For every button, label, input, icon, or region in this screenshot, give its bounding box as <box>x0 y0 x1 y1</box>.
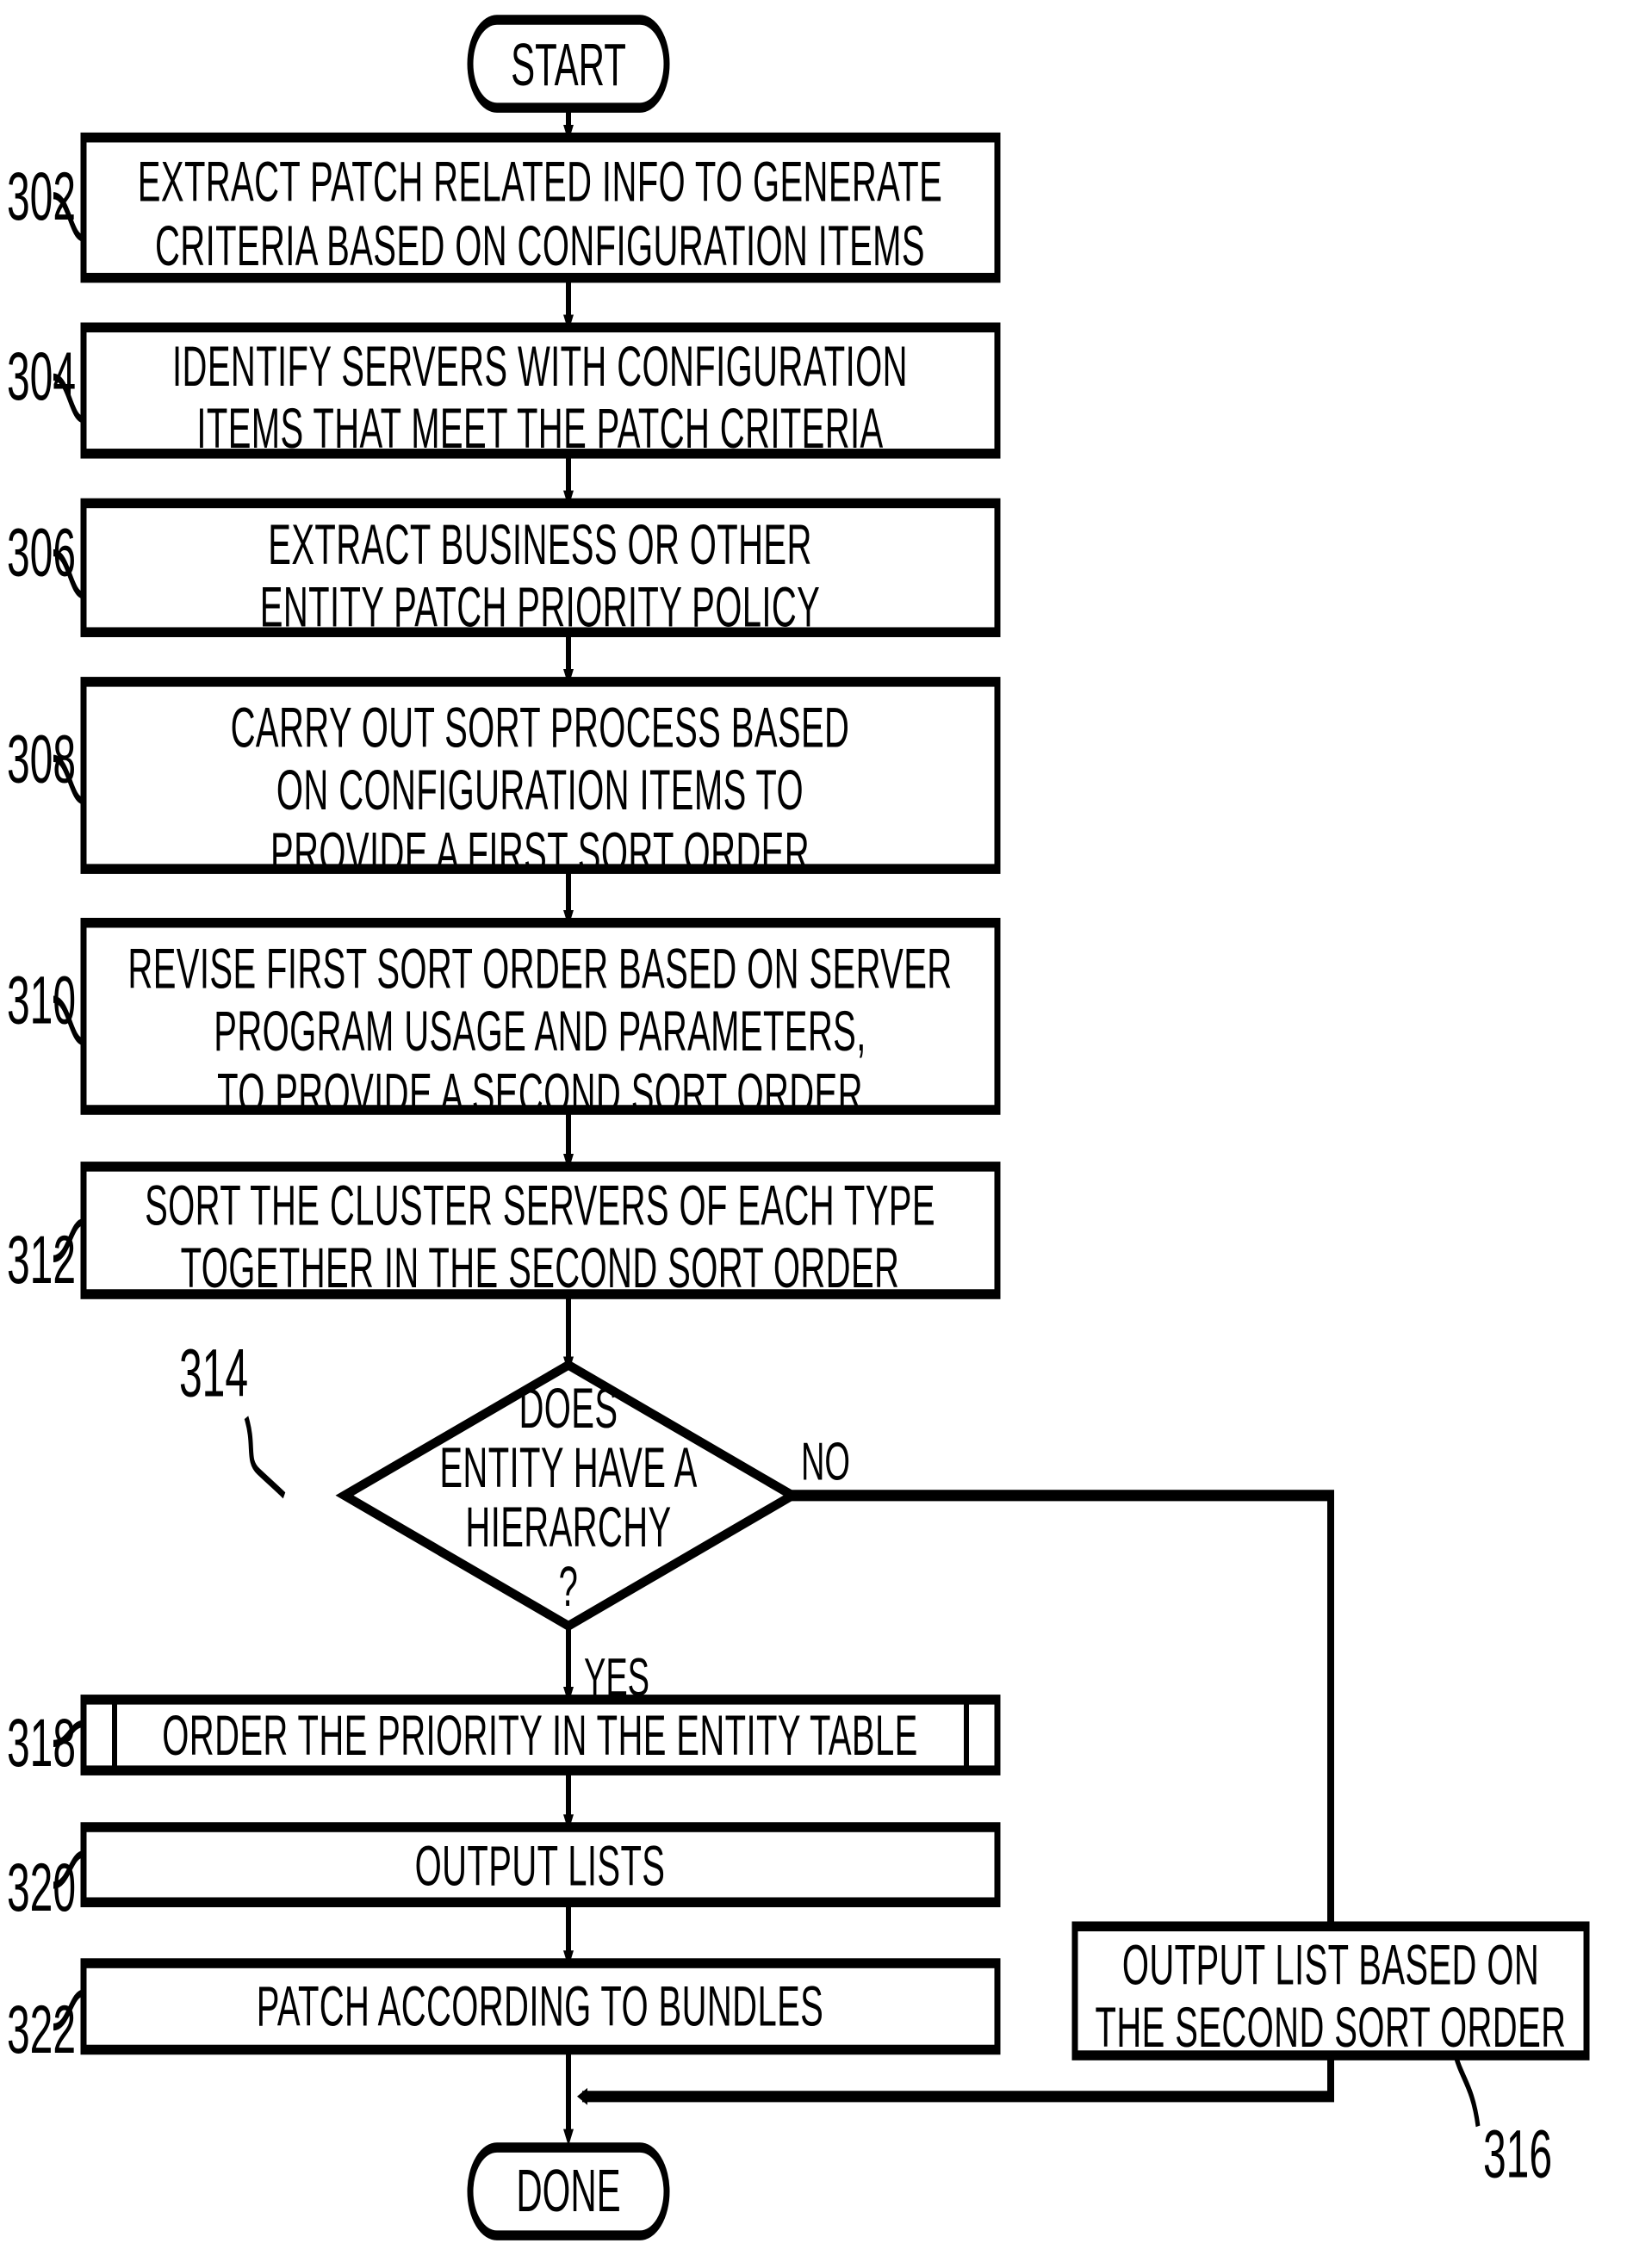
step-312-ref: 312 <box>7 1222 76 1298</box>
step-316-line-2: THE SECOND SORT ORDER <box>1096 1996 1567 2060</box>
step-322-line-1: PATCH ACCORDING TO BUNDLES <box>257 1974 824 2038</box>
step-314-leader <box>244 1416 286 1499</box>
step-310-line-1: REVISE FIRST SORT ORDER BASED ON SERVER <box>127 937 952 1001</box>
step-306-line-2: ENTITY PATCH PRIORITY POLICY <box>260 575 820 639</box>
terminator-start: START <box>467 15 670 113</box>
step-314-ref: 314 <box>179 1335 248 1410</box>
step-302-line-1: EXTRACT PATCH RELATED INFO TO GENERATE <box>138 151 942 214</box>
step-318-line-1: ORDER THE PRIORITY IN THE ENTITY TABLE <box>162 1704 917 1768</box>
step-310-ref: 310 <box>7 962 76 1038</box>
step-316-ref: 316 <box>1483 2116 1552 2191</box>
step-318-ref: 318 <box>7 1705 76 1781</box>
flowchart-svg: START EXTRACT PATCH RELATED INFO TO GENE… <box>7 15 1590 2240</box>
terminator-done: DONE <box>467 2142 670 2240</box>
flowchart-canvas: START EXTRACT PATCH RELATED INFO TO GENE… <box>0 0 1627 2268</box>
start-label: START <box>511 32 626 98</box>
done-label: DONE <box>516 2159 620 2225</box>
step-314-decision: DOES ENTITY HAVE A HIERARCHY ? 314 <box>179 1335 802 1632</box>
step-312: SORT THE CLUSTER SERVERS OF EACH TYPE TO… <box>7 1162 1001 1300</box>
step-304-ref: 304 <box>7 338 76 414</box>
step-304-line-1: IDENTIFY SERVERS WITH CONFIGURATION <box>172 335 908 399</box>
step-316: OUTPUT LIST BASED ON THE SECOND SORT ORD… <box>1071 1921 1590 2192</box>
step-322-ref: 322 <box>7 1991 76 2067</box>
step-318: ORDER THE PRIORITY IN THE ENTITY TABLE 3… <box>7 1695 1001 1781</box>
step-316-line-1: OUTPUT LIST BASED ON <box>1122 1934 1539 1998</box>
step-306-ref: 306 <box>7 514 76 590</box>
step-306: EXTRACT BUSINESS OR OTHER ENTITY PATCH P… <box>7 498 1001 639</box>
step-308-line-3: PROVIDE A FIRST SORT ORDER <box>270 821 810 884</box>
step-314-line-2: ENTITY HAVE A <box>439 1436 697 1500</box>
connector-316-to-done <box>577 2055 1334 2105</box>
step-308-line-2: ON CONFIGURATION ITEMS TO <box>276 759 804 822</box>
edge-label-no: NO <box>801 1431 850 1491</box>
step-320-line-1: OUTPUT LISTS <box>415 1834 666 1898</box>
step-306-line-1: EXTRACT BUSINESS OR OTHER <box>268 513 811 577</box>
step-310-line-3: TO PROVIDE A SECOND SORT ORDER <box>217 1062 863 1125</box>
step-320: OUTPUT LISTS 320 <box>7 1822 1001 1925</box>
step-308-ref: 308 <box>7 721 76 796</box>
step-308: CARRY OUT SORT PROCESS BASED ON CONFIGUR… <box>7 677 1001 884</box>
step-304: IDENTIFY SERVERS WITH CONFIGURATION ITEM… <box>7 322 1001 461</box>
step-304-line-2: ITEMS THAT MEET THE PATCH CRITERIA <box>196 397 883 461</box>
step-312-line-1: SORT THE CLUSTER SERVERS OF EACH TYPE <box>145 1174 935 1237</box>
step-322: PATCH ACCORDING TO BUNDLES 322 <box>7 1958 1001 2067</box>
step-302: EXTRACT PATCH RELATED INFO TO GENERATE C… <box>7 132 1001 283</box>
step-312-line-2: TOGETHER IN THE SECOND SORT ORDER <box>181 1236 900 1300</box>
step-310-line-2: PROGRAM USAGE AND PARAMETERS, <box>214 1000 866 1063</box>
step-310: REVISE FIRST SORT ORDER BASED ON SERVER … <box>7 917 1001 1125</box>
step-302-line-2: CRITERIA BASED ON CONFIGURATION ITEMS <box>155 214 925 278</box>
step-314-line-1: DOES <box>519 1377 618 1441</box>
step-314-line-4: ? <box>559 1555 579 1619</box>
step-320-ref: 320 <box>7 1850 76 1925</box>
step-308-line-1: CARRY OUT SORT PROCESS BASED <box>231 696 850 759</box>
step-314-line-3: HIERARCHY <box>465 1496 671 1559</box>
step-316-leader <box>1453 2054 1481 2128</box>
step-302-ref: 302 <box>7 158 76 234</box>
